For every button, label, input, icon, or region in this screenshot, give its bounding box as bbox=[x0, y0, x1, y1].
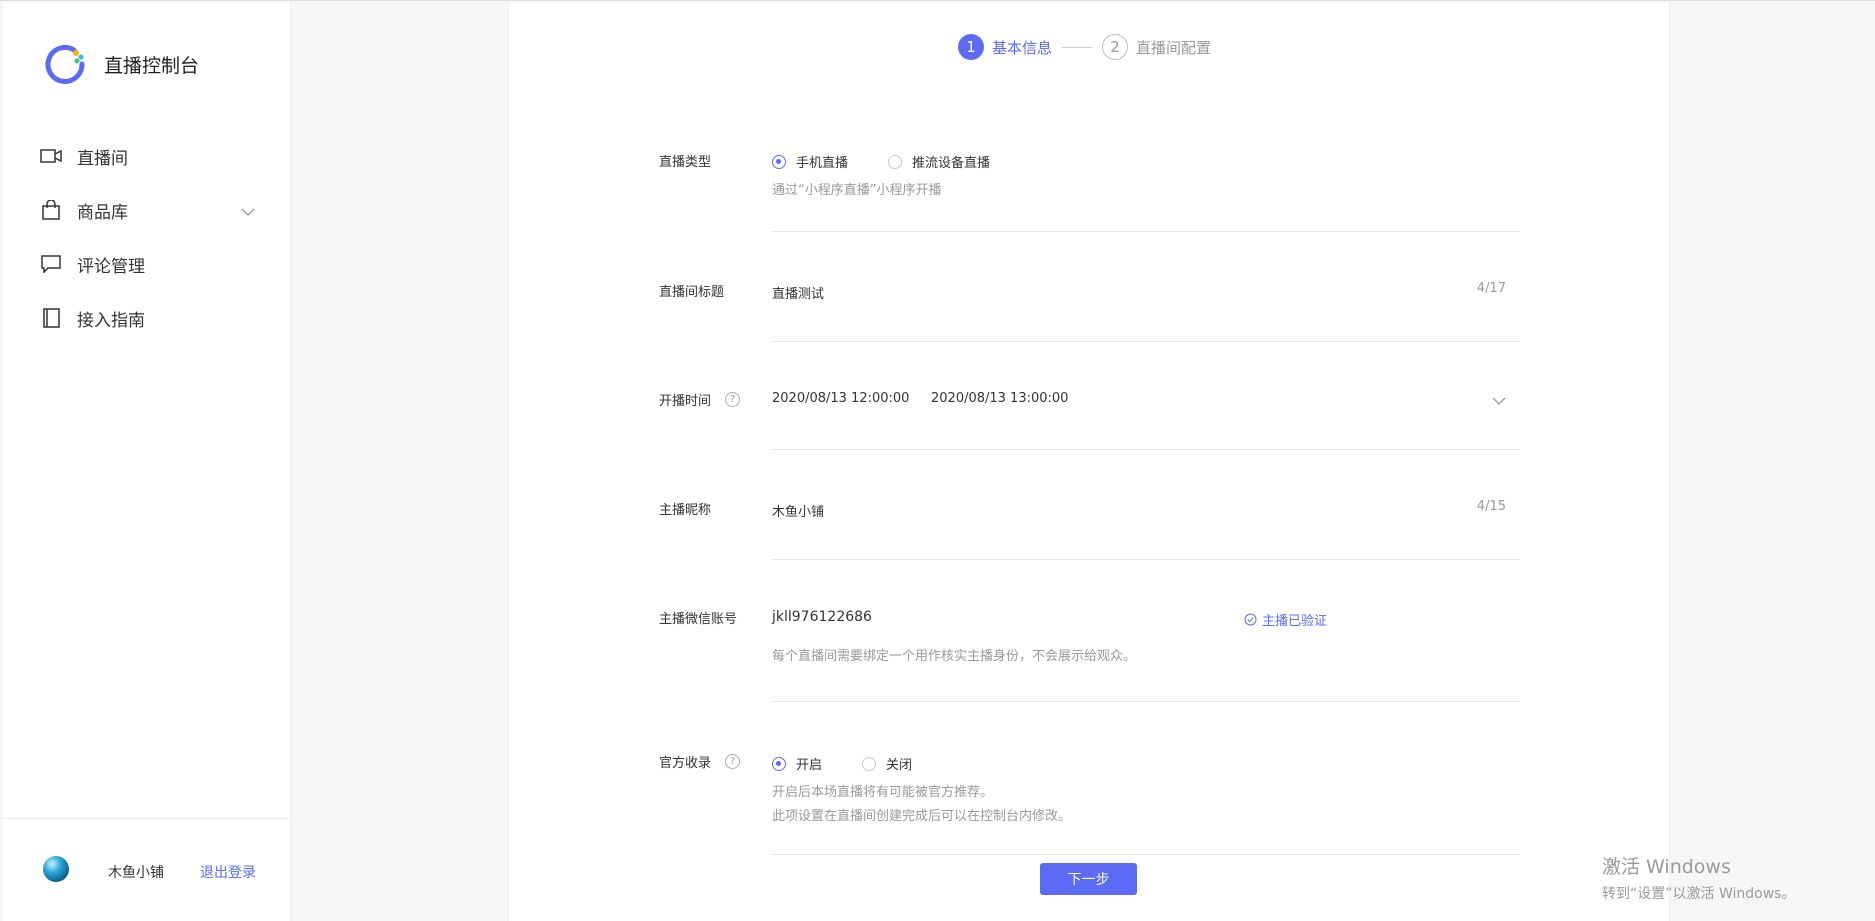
step-2-number: 2 bbox=[1102, 34, 1129, 60]
radio-checked-icon bbox=[772, 154, 786, 169]
official-hint-line2: 此项设置在直播间创建完成后可以在控制台内修改。 bbox=[772, 809, 1072, 824]
step-1-label: 基本信息 bbox=[992, 38, 1053, 57]
official-hint-line1: 开启后本场直播将有可能被官方推荐。 bbox=[772, 785, 994, 800]
sidebar-item-label: 商品库 bbox=[77, 202, 128, 223]
sidebar-item-label: 接入指南 bbox=[77, 310, 145, 331]
divider bbox=[772, 231, 1520, 232]
sidebar-nav: 直播间 商品库 评论管理 接入指南 bbox=[39, 129, 259, 345]
time-start-value: 2020/08/13 12:00:00 bbox=[772, 391, 910, 406]
official-radio-group: 开启 关闭 bbox=[772, 754, 1520, 773]
step-2-label: 直播间配置 bbox=[1136, 38, 1212, 57]
comment-icon bbox=[39, 252, 63, 276]
chevron-down-icon[interactable] bbox=[241, 201, 255, 220]
step-connector bbox=[1062, 46, 1093, 48]
title-input[interactable]: 直播测试 4/17 bbox=[772, 272, 1520, 322]
time-range-picker[interactable]: 2020/08/13 12:00:00 2020/08/13 13:00:00 bbox=[772, 382, 1520, 432]
radio-checked-icon bbox=[772, 756, 786, 771]
wechat-label-text: 主播微信账号 bbox=[659, 612, 738, 627]
main-card: 1 基本信息 2 直播间配置 直播类型 手机直播 推流设备直播 通过“小程序直播… bbox=[508, 2, 1670, 921]
time-end-value: 2020/08/13 13:00:00 bbox=[931, 391, 1069, 406]
shopping-bag-icon bbox=[39, 198, 63, 222]
official-label-text: 官方收录 bbox=[659, 756, 712, 771]
nickname-input[interactable]: 木鱼小铺 4/15 bbox=[772, 490, 1520, 540]
book-icon bbox=[39, 306, 63, 330]
live-type-field: 手机直播 推流设备直播 通过“小程序直播”小程序开播 bbox=[772, 152, 1520, 198]
step-1-number: 1 bbox=[958, 34, 984, 60]
sidebar-item-guide[interactable]: 接入指南 bbox=[39, 291, 259, 345]
nickname-label: 主播昵称 bbox=[659, 499, 711, 518]
radio-disable[interactable]: 关闭 bbox=[862, 754, 912, 773]
divider bbox=[772, 559, 1520, 560]
live-type-label: 直播类型 bbox=[659, 151, 711, 170]
help-icon[interactable]: ? bbox=[725, 754, 741, 769]
help-icon[interactable]: ? bbox=[725, 392, 741, 407]
next-step-button[interactable]: 下一步 bbox=[1040, 863, 1137, 895]
official-label: 官方收录 ? bbox=[659, 752, 741, 771]
radio-label: 推流设备直播 bbox=[912, 156, 991, 171]
sidebar-item-label: 评论管理 bbox=[77, 256, 145, 277]
radio-unchecked-icon bbox=[862, 756, 877, 771]
verified-badge: 主播已验证 bbox=[1244, 610, 1327, 629]
title-char-counter: 4/17 bbox=[1476, 281, 1506, 296]
wechat-hint: 每个直播间需要绑定一个用作核实主播身份，不会展示给观众。 bbox=[772, 649, 1137, 664]
radio-label: 关闭 bbox=[886, 758, 913, 773]
divider bbox=[772, 854, 1520, 855]
title-label: 直播间标题 bbox=[659, 281, 724, 300]
app-logo-icon bbox=[41, 40, 89, 88]
watermark-line2: 转到“设置”以激活 Windows。 bbox=[1602, 886, 1796, 902]
brand[interactable]: 直播控制台 bbox=[41, 40, 199, 88]
radio-mobile-live[interactable]: 手机直播 bbox=[772, 152, 848, 171]
radio-label: 手机直播 bbox=[796, 156, 849, 171]
time-label: 开播时间 ? bbox=[659, 390, 741, 409]
wechat-label: 主播微信账号 bbox=[659, 608, 737, 627]
user-name: 木鱼小铺 bbox=[108, 865, 164, 881]
title-label-text: 直播间标题 bbox=[659, 285, 725, 300]
top-border bbox=[0, 0, 1875, 1]
radio-label: 开启 bbox=[796, 758, 823, 773]
live-type-label-text: 直播类型 bbox=[659, 155, 712, 170]
divider bbox=[772, 701, 1520, 702]
sidebar-item-label: 直播间 bbox=[77, 148, 128, 169]
sidebar-item-live-room[interactable]: 直播间 bbox=[39, 129, 259, 183]
chevron-down-icon[interactable] bbox=[1492, 390, 1506, 409]
watermark-line1: 激活 Windows bbox=[1602, 856, 1731, 878]
verified-label: 主播已验证 bbox=[1262, 614, 1328, 629]
radio-stream-device-live[interactable]: 推流设备直播 bbox=[888, 152, 990, 171]
divider bbox=[772, 449, 1520, 450]
nickname-label-text: 主播昵称 bbox=[659, 503, 712, 518]
logout-link[interactable]: 退出登录 bbox=[200, 862, 256, 882]
windows-activation-watermark: 激活 Windows 转到“设置”以激活 Windows。 bbox=[1602, 852, 1795, 903]
video-camera-icon bbox=[39, 144, 63, 168]
wechat-field: jkll976122686 主播已验证 每个直播间需要绑定一个用作核实主播身份，… bbox=[772, 600, 1520, 680]
nickname-input-value: 木鱼小铺 bbox=[772, 505, 825, 520]
sidebar-item-comments[interactable]: 评论管理 bbox=[39, 237, 259, 291]
nickname-char-counter: 4/15 bbox=[1476, 499, 1506, 514]
divider bbox=[772, 341, 1520, 342]
steps-indicator: 1 基本信息 2 直播间配置 bbox=[958, 33, 1211, 61]
radio-unchecked-icon bbox=[888, 154, 903, 169]
official-field: 开启 关闭 开启后本场直播将有可能被官方推荐。 此项设置在直播间创建完成后可以在… bbox=[772, 754, 1520, 824]
check-circle-icon bbox=[1244, 613, 1257, 626]
title-input-value: 直播测试 bbox=[772, 287, 825, 302]
radio-enable[interactable]: 开启 bbox=[772, 754, 822, 773]
avatar[interactable] bbox=[43, 856, 69, 882]
sidebar-footer: 木鱼小铺 退出登录 bbox=[3, 818, 290, 921]
wechat-account-value[interactable]: jkll976122686 bbox=[772, 609, 872, 625]
sidebar: 直播控制台 直播间 商品库 评论管理 接入指南 木鱼小铺 退出登录 bbox=[3, 2, 291, 921]
app-title: 直播控制台 bbox=[104, 54, 200, 77]
sidebar-item-product-library[interactable]: 商品库 bbox=[39, 183, 259, 237]
live-type-radio-group: 手机直播 推流设备直播 bbox=[772, 152, 1520, 171]
time-label-text: 开播时间 bbox=[659, 394, 712, 409]
live-type-hint: 通过“小程序直播”小程序开播 bbox=[772, 183, 942, 198]
